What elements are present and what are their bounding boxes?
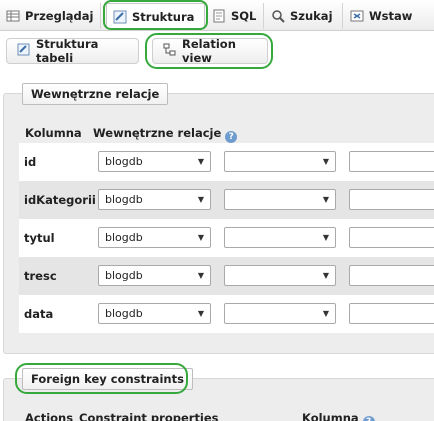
column-name: id: [24, 155, 37, 169]
database-value: blogdb: [105, 231, 143, 244]
dropdown-arrow-icon: ▼: [322, 233, 329, 242]
column-field[interactable]: [349, 303, 434, 324]
tab-sql[interactable]: SQL: [206, 3, 264, 29]
database-value: blogdb: [105, 307, 143, 320]
column-name: tytul: [24, 231, 55, 245]
table-select[interactable]: ▼: [224, 303, 336, 324]
dropdown-arrow-icon: ▼: [322, 195, 329, 204]
dropdown-arrow-icon: ▼: [197, 195, 204, 204]
tab-structure[interactable]: Struktura: [106, 3, 205, 29]
subtab-label: Relation view: [182, 37, 236, 65]
table-row: id blogdb ▼ ▼: [19, 143, 434, 181]
subtab-table-structure[interactable]: Struktura tabeli: [6, 37, 139, 65]
tab-label: SQL: [231, 9, 257, 23]
database-value: blogdb: [105, 269, 143, 282]
help-icon[interactable]: ?: [362, 416, 375, 421]
database-select[interactable]: blogdb ▼: [98, 265, 211, 286]
table-select[interactable]: ▼: [224, 151, 336, 172]
sql-icon: [212, 9, 226, 23]
foreign-column-label: Kolumna: [302, 411, 359, 421]
browse-icon: [6, 9, 20, 23]
database-select[interactable]: blogdb ▼: [98, 227, 211, 248]
dropdown-arrow-icon: ▼: [322, 157, 329, 166]
legend-label: Foreign key constraints: [31, 372, 184, 386]
insert-icon: [350, 9, 364, 23]
dropdown-arrow-icon: ▼: [197, 157, 204, 166]
internal-relations-legend: Wewnętrzne relacje: [22, 83, 169, 105]
table-row: tytul blogdb ▼ ▼: [19, 219, 434, 257]
column-header: Kolumna: [25, 126, 82, 140]
table-structure-icon: [17, 43, 30, 59]
table-select[interactable]: ▼: [224, 189, 336, 210]
column-name: data: [24, 307, 54, 321]
column-field[interactable]: [349, 227, 434, 248]
top-tab-bar: Przeglądaj Struktura SQL Szukaj Wstaw: [0, 0, 434, 31]
table-row: idKategorii blogdb ▼ ▼: [19, 181, 434, 219]
subtab-relation-view[interactable]: Relation view: [152, 37, 268, 65]
tab-browse[interactable]: Przeglądaj: [0, 3, 101, 29]
tab-search[interactable]: Szukaj: [265, 3, 343, 29]
column-field[interactable]: [349, 189, 434, 210]
dropdown-arrow-icon: ▼: [197, 309, 204, 318]
search-icon: [271, 9, 285, 23]
help-icon[interactable]: ?: [225, 131, 238, 143]
table-select[interactable]: ▼: [224, 265, 336, 286]
tab-label: Szukaj: [290, 9, 333, 23]
legend-label: Wewnętrzne relacje: [31, 87, 160, 101]
tab-insert[interactable]: Wstaw: [344, 3, 434, 29]
actions-header: Actions: [25, 411, 74, 421]
dropdown-arrow-icon: ▼: [322, 309, 329, 318]
tab-label: Przeglądaj: [25, 9, 94, 23]
dropdown-arrow-icon: ▼: [322, 271, 329, 280]
database-value: blogdb: [105, 155, 143, 168]
table-select[interactable]: ▼: [224, 227, 336, 248]
structure-icon: [113, 10, 127, 24]
column-field[interactable]: [349, 151, 434, 172]
dropdown-arrow-icon: ▼: [197, 233, 204, 242]
column-name: idKategorii: [24, 193, 96, 207]
database-select[interactable]: blogdb ▼: [98, 151, 211, 172]
database-select[interactable]: blogdb ▼: [98, 303, 211, 324]
table-row: tresc blogdb ▼ ▼: [19, 257, 434, 295]
column-name: tresc: [24, 269, 57, 283]
foreign-key-legend: Foreign key constraints: [22, 368, 193, 390]
tab-label: Wstaw: [369, 9, 413, 23]
database-value: blogdb: [105, 193, 143, 206]
table-row: data blogdb ▼ ▼: [19, 295, 434, 333]
column-field[interactable]: [349, 265, 434, 286]
relations-header-label: Wewnętrzne relacje: [93, 126, 222, 140]
constraint-properties-header: Constraint properties: [79, 411, 219, 421]
database-select[interactable]: blogdb ▼: [98, 189, 211, 210]
dropdown-arrow-icon: ▼: [197, 271, 204, 280]
tab-label: Struktura: [132, 9, 195, 24]
relations-header: Wewnętrzne relacje?: [93, 126, 238, 143]
relation-icon: [163, 43, 176, 59]
foreign-column-header: Kolumna?: [302, 411, 375, 421]
subtab-label: Struktura tabeli: [36, 37, 99, 65]
